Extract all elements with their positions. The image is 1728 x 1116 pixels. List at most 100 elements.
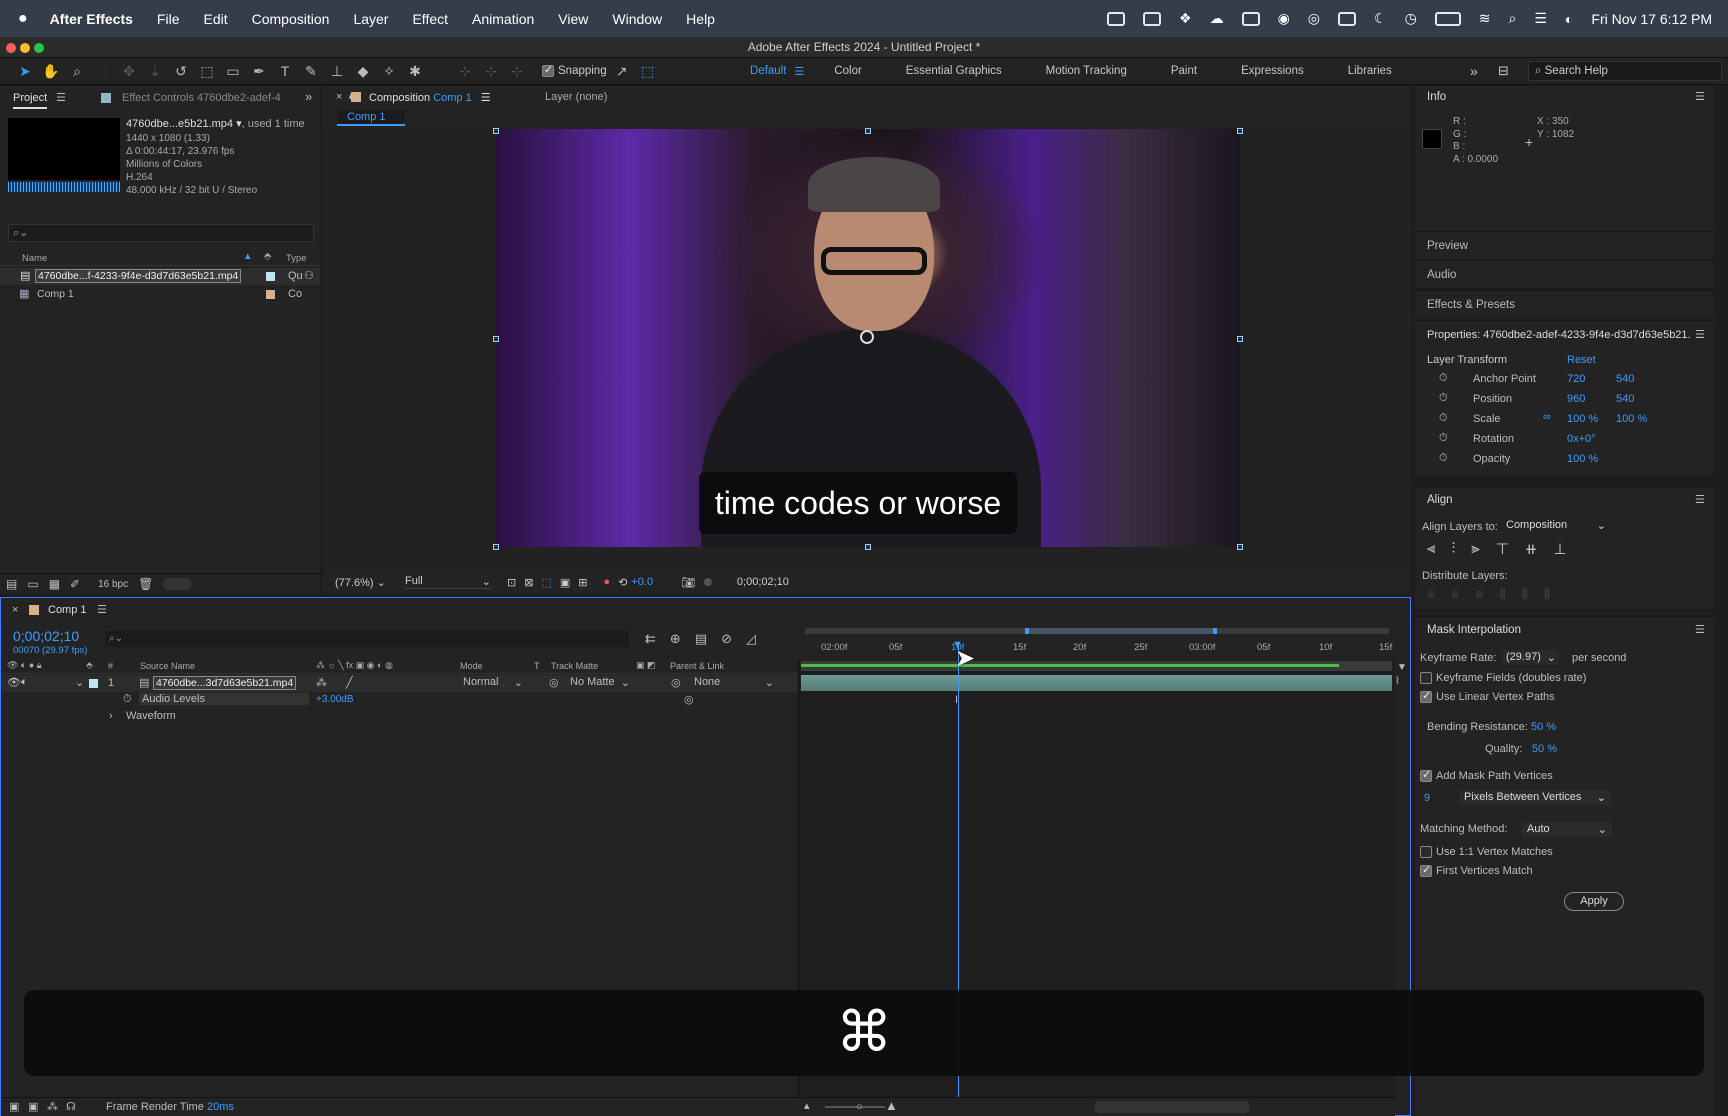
menu-animation[interactable]: Animation <box>472 11 534 27</box>
project-item-footage[interactable]: ▤ 4760dbe...f-4233-9f4e-d3d7d63e5b21.mp4… <box>0 268 320 285</box>
region-of-interest-icon[interactable]: ▣ <box>560 576 570 589</box>
audio-pick-whip-icon[interactable]: ◎ <box>684 693 694 706</box>
toggle-modes-icon[interactable]: ▣ <box>28 1100 38 1113</box>
rotation-value[interactable]: 0x+0° <box>1567 433 1596 445</box>
zoom-slider-thumb[interactable]: ○ <box>856 1101 863 1113</box>
mode-header[interactable]: Mode <box>460 661 483 671</box>
video-frame[interactable]: time codes or worse <box>496 129 1240 547</box>
snap-edges-icon[interactable]: ↗ <box>611 61 633 81</box>
quality-switch-icon[interactable]: ╱ <box>346 676 353 689</box>
close-window-button[interactable] <box>6 43 16 53</box>
apply-button[interactable]: Apply <box>1564 892 1624 911</box>
reset-exposure-icon[interactable]: ⟲ <box>618 576 627 589</box>
toggle-parent-icon[interactable]: ⁂ <box>47 1100 58 1113</box>
matte-source-icon[interactable]: ◎ <box>549 676 559 689</box>
new-comp-icon[interactable]: ▦ <box>49 577 60 591</box>
scale-x[interactable]: 100 % <box>1567 413 1598 425</box>
workspace-libraries[interactable]: Libraries <box>1348 65 1392 77</box>
column-name[interactable]: Name <box>22 253 47 264</box>
more-workspaces-icon[interactable]: » <box>1470 63 1478 79</box>
timeline-scrollbar[interactable] <box>1094 1101 1250 1113</box>
timeline-tab[interactable]: Comp 1 <box>48 604 87 616</box>
parent-dropdown[interactable]: None ⌄ <box>694 676 774 689</box>
channels-icon[interactable]: ● <box>603 576 610 588</box>
screen-record-icon[interactable] <box>1107 11 1125 26</box>
clone-stamp-tool-icon[interactable]: ⊥ <box>326 61 348 81</box>
new-folder-icon[interactable]: ▭ <box>27 577 38 591</box>
apple-icon[interactable]: ● <box>18 10 28 28</box>
waveform-row[interactable]: › Waveform <box>1 710 798 726</box>
workspace-motion-tracking[interactable]: Motion Tracking <box>1046 65 1127 77</box>
search-icon[interactable]: ⌕ <box>1509 10 1517 27</box>
selection-tool-icon[interactable]: ➤ <box>14 61 36 81</box>
handle-ml[interactable] <box>493 336 499 342</box>
handle-mr[interactable] <box>1237 336 1243 342</box>
align-left-icon[interactable]: ⫷ <box>1427 540 1435 558</box>
pan-behind-tool-icon[interactable]: ⬚ <box>196 61 218 81</box>
keyframe-rate-dropdown[interactable]: (29.97) ⌄ <box>1503 650 1559 665</box>
reset-button[interactable]: Reset <box>1567 354 1596 366</box>
audio-speaker-icon[interactable]: 🔈︎ <box>21 676 28 689</box>
anchor-point-icon[interactable] <box>860 330 874 344</box>
waveform-expand-icon[interactable]: › <box>109 710 113 722</box>
puppet-tool-icon[interactable]: ✱ <box>404 61 426 81</box>
axis-view-icon[interactable]: ⊹ <box>506 61 528 81</box>
linear-vertex-option[interactable]: Use Linear Vertex Paths <box>1420 689 1555 704</box>
workspace-default[interactable]: Default <box>750 65 786 77</box>
audio-levels-value[interactable]: +3.00dB <box>316 694 354 705</box>
collapse-switch-icon[interactable]: ⁂ <box>316 676 327 689</box>
handle-bl[interactable] <box>493 544 499 550</box>
mode-dropdown[interactable]: Normal ⌄ <box>463 676 523 689</box>
zoom-tool-icon[interactable]: ⌕ <box>66 61 88 81</box>
column-type[interactable]: Type <box>286 253 307 264</box>
minimize-window-button[interactable] <box>20 43 30 53</box>
distribute-hcenter-icon[interactable]: ⦀ <box>1522 586 1528 603</box>
handle-tr[interactable] <box>1237 128 1243 134</box>
project-item-comp[interactable]: ▦ Comp 1 Co <box>0 286 320 303</box>
vertices-number[interactable]: 9 <box>1424 792 1430 804</box>
pick-whip-icon[interactable]: ◎ <box>671 676 681 689</box>
toggle-render-time-icon[interactable]: ☊ <box>66 1100 76 1113</box>
resolution-dropdown[interactable]: Full ⌄ <box>405 575 491 589</box>
align-hcenter-icon[interactable]: ⫶ <box>1451 540 1455 558</box>
snapshot-icon[interactable]: 📷︎ <box>681 576 695 589</box>
graph-editor-icon[interactable]: ◿ <box>746 631 756 647</box>
layer-tab[interactable]: Layer (none) <box>545 91 607 103</box>
effects-presets-panel-header[interactable]: Effects & Presets <box>1415 290 1713 318</box>
show-snapshot-icon[interactable]: ⚈ <box>703 576 713 589</box>
linear-vertex-checkbox[interactable] <box>1420 689 1432 704</box>
control-center-icon[interactable]: ☰ <box>1534 10 1547 27</box>
time-ruler[interactable]: 02:00f 05f 10f 15f 20f 25f 03:00f 05f 10… <box>801 626 1392 660</box>
distribute-right-icon[interactable]: ⦀ <box>1544 586 1550 603</box>
parent-link-header[interactable]: Parent & Link <box>670 661 724 671</box>
position-y[interactable]: 540 <box>1616 393 1634 405</box>
layer-name[interactable]: 4760dbe...3d7d63e5b21.mp4 <box>153 676 297 690</box>
grid-guides-icon[interactable]: ⊞ <box>578 576 587 589</box>
align-bottom-icon[interactable]: ⊥ <box>1553 540 1566 558</box>
distribute-vcenter-icon[interactable]: ≡ <box>1451 586 1459 603</box>
handle-tm[interactable] <box>865 128 871 134</box>
workspace-color[interactable]: Color <box>834 65 861 77</box>
properties-menu-icon[interactable]: ☰ <box>1695 328 1705 341</box>
position-x[interactable]: 960 <box>1567 393 1585 405</box>
rotate-tool-icon[interactable]: ↺ <box>170 61 192 81</box>
menu-composition[interactable]: Composition <box>252 11 330 27</box>
moon-icon[interactable]: ☾ <box>1374 10 1387 27</box>
preview-panel-header[interactable]: Preview <box>1415 231 1713 259</box>
menu-layer[interactable]: Layer <box>353 11 388 27</box>
distribute-top-icon[interactable]: ≡ <box>1427 586 1435 603</box>
snapping-checkbox[interactable] <box>542 63 558 78</box>
rotation-stopwatch-icon[interactable]: ⏱︎ <box>1439 432 1448 445</box>
anchor-point-x[interactable]: 720 <box>1567 373 1585 385</box>
comp-tab-name[interactable]: Comp 1 <box>433 92 472 104</box>
track-matte-dropdown[interactable]: No Matte ⌄ <box>570 676 630 689</box>
align-menu-icon[interactable]: ☰ <box>1695 493 1705 506</box>
close-timeline-icon[interactable]: × <box>12 604 18 616</box>
exposure-value[interactable]: +0.0 <box>631 576 653 588</box>
grammarly-icon[interactable]: ◎ <box>1308 10 1320 27</box>
opacity-value[interactable]: 100 % <box>1567 453 1598 465</box>
wifi-icon[interactable]: ≋ <box>1479 10 1491 27</box>
footage-dropdown-icon[interactable]: ▾ <box>233 118 242 130</box>
comp-tab-prefix[interactable]: Composition <box>369 92 430 104</box>
keyframe-fields-option[interactable]: Keyframe Fields (doubles rate) <box>1420 672 1586 685</box>
